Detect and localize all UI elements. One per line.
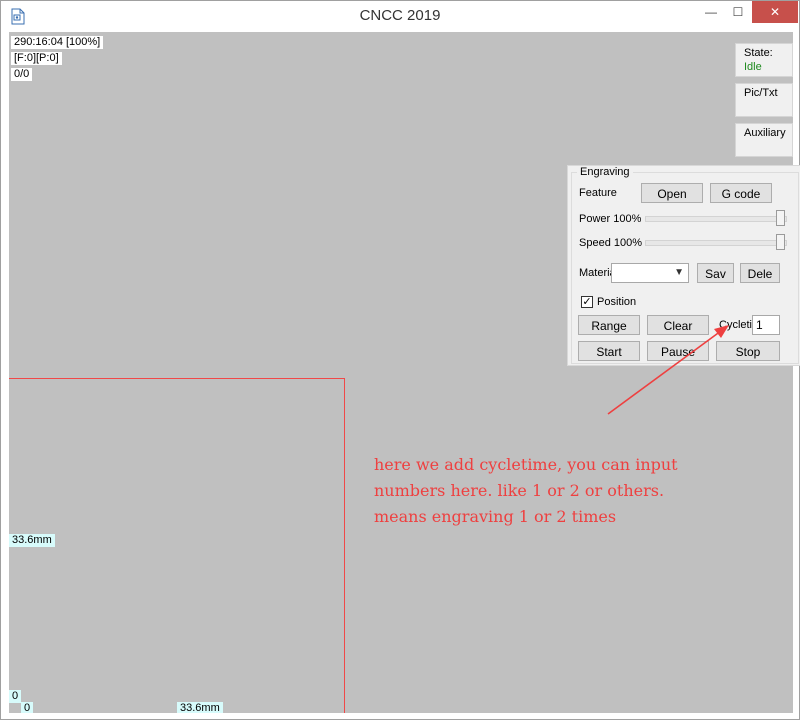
annotation-line-2: numbers here. like 1 or 2 or others. [374, 481, 665, 500]
annotation-line-1: here we add cycletime, you can input [374, 455, 678, 474]
annotation-line-3: means engraving 1 or 2 times [374, 507, 617, 526]
annotation-text: here we add cycletime, you can input num… [374, 452, 784, 530]
app-window: CNCC 2019 — ☐ ✕ 290:16:04 [100%] [F:0][P… [0, 0, 800, 720]
annotation-arrow [607, 325, 729, 415]
